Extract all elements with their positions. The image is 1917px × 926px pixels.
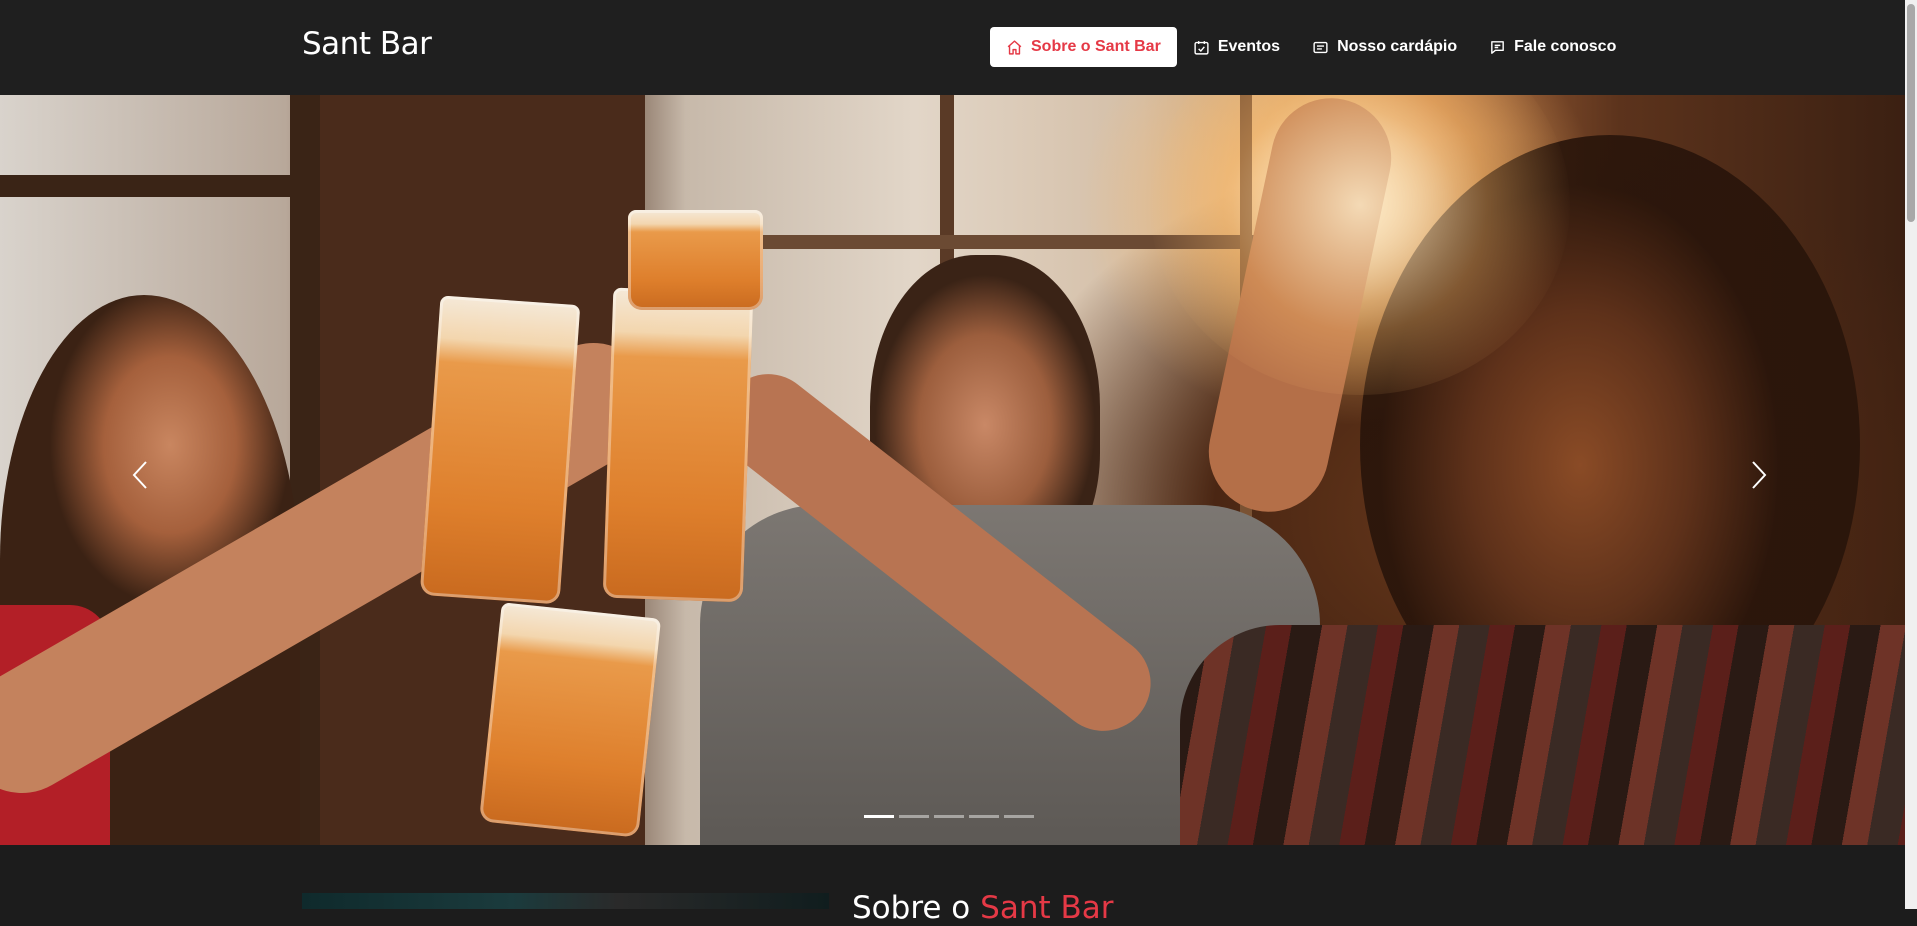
chat-icon <box>1491 40 1504 54</box>
nav-label: Nosso cardápio <box>1337 38 1458 55</box>
nav-item-eventos[interactable]: Eventos <box>1177 27 1296 67</box>
nav-item-cardapio[interactable]: Nosso cardápio <box>1296 27 1473 67</box>
nav-item-sobre[interactable]: Sobre o Sant Bar <box>990 27 1177 67</box>
site-header: Sant Bar Sobre o Sant Bar Eventos Nosso … <box>0 0 1905 95</box>
nav-label: Eventos <box>1217 38 1281 55</box>
carousel-next-button[interactable] <box>1739 450 1779 500</box>
main-nav: Sobre o Sant Bar Eventos Nosso cardápio … <box>990 27 1632 67</box>
carousel-indicator-1[interactable] <box>864 815 894 818</box>
scrollbar-thumb[interactable] <box>1907 4 1915 222</box>
nav-item-fale-conosco[interactable]: Fale conosco <box>1473 27 1632 67</box>
chevron-right-icon <box>1752 461 1767 489</box>
nav-label: Fale conosco <box>1514 38 1617 55</box>
carousel-indicator-5[interactable] <box>1004 815 1034 818</box>
about-image <box>302 893 829 909</box>
carousel-indicators <box>864 815 1034 818</box>
about-title-prefix: Sobre o <box>852 890 981 926</box>
hero-carousel <box>0 95 1905 845</box>
brand-logo[interactable]: Sant Bar <box>302 26 432 62</box>
about-title-accent: Sant Bar <box>980 890 1114 926</box>
carousel-indicator-4[interactable] <box>969 815 999 818</box>
page-scrollbar[interactable] <box>1905 0 1917 909</box>
calendar-check-icon <box>1194 40 1209 55</box>
chevron-left-icon <box>132 461 147 489</box>
menu-card-icon <box>1313 41 1328 53</box>
nav-label: Sobre o Sant Bar <box>1031 38 1161 55</box>
carousel-slide-image <box>0 95 1905 845</box>
carousel-prev-button[interactable] <box>120 450 160 500</box>
carousel-indicator-2[interactable] <box>899 815 929 818</box>
carousel-indicator-3[interactable] <box>934 815 964 818</box>
home-icon <box>1007 39 1022 55</box>
about-title: Sobre o Sant Bar <box>852 890 1113 926</box>
